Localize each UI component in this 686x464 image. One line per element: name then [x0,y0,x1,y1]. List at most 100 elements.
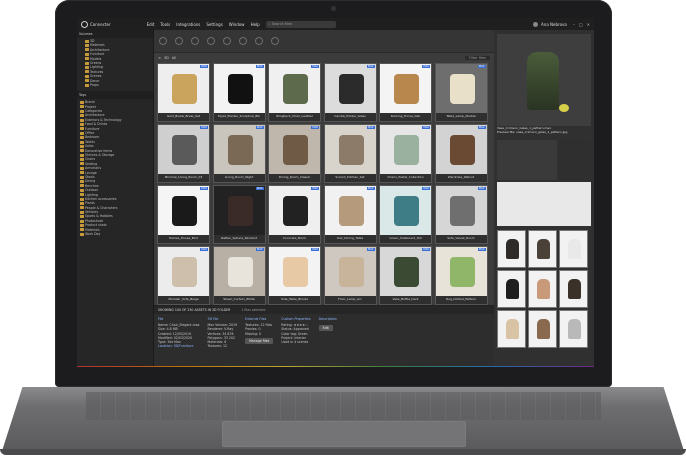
close-button[interactable]: ✕ [587,22,590,27]
minimize-button[interactable]: – [573,22,575,27]
file-info-line[interactable]: Location: 3D/Furniture [158,344,200,348]
folder-icon [80,118,84,122]
folder-icon [80,136,84,140]
asset-caption: Sheer_Curtain_White [223,297,255,301]
asset-caption: Living_Room_Night [224,175,254,179]
import-icon[interactable] [159,37,167,45]
search-input[interactable]: ⌕ Search files [265,20,336,28]
app-name: Connecter [90,21,111,27]
asset-tile[interactable]: MAX Side_Table_Blocks [268,246,321,305]
vase-image [527,52,559,110]
menu-settings[interactable]: Settings [206,22,222,27]
export-icon[interactable] [175,37,183,45]
menu-tools[interactable]: Tools [160,22,170,27]
tree-item[interactable]: Props [85,83,153,87]
related-thumbnail[interactable] [528,230,557,268]
breadcrumb-3d[interactable]: 3D [164,56,169,60]
folder-icon [85,39,89,43]
asset-tile[interactable]: MAX Sofa_Velvet_Room [434,185,488,244]
folder-icon [80,162,84,166]
file-type-badge: MAX [422,126,430,129]
app-logo: Connecter [81,20,111,28]
folder-icon [80,166,84,170]
file-type-badge: MAX [422,248,430,251]
asset-tile[interactable]: MAX Modular_Sofa_Beige [157,246,210,305]
related-thumbnail[interactable] [497,270,526,308]
folder-icon [80,201,84,205]
filter-input[interactable]: Filter files [465,56,490,60]
sync-icon[interactable] [191,37,199,45]
folder-icon [80,215,84,219]
manage-files-button[interactable]: Manage files [245,337,274,344]
back-button[interactable]: < [158,56,161,60]
preview-detail-3 [497,182,591,226]
showing-count: SHOWING 100 OF 230 ASSETS IN 3D FOLDER [158,308,231,312]
left-sidebar: Volumes 3D Materials Architecture Furniture… [77,30,154,367]
asset-tile[interactable]: MAX Wardrobe_Walnut [434,124,488,183]
asset-tile[interactable]: MAX Dining_Room_Classic [268,124,321,183]
asset-object [283,257,308,287]
asset-tile[interactable]: MAX Rattan_Sphere_Pendant [212,185,266,244]
folder-icon [80,158,84,162]
settings-icon[interactable] [271,37,279,45]
asset-tile[interactable]: MAX Egret_Planter_Sculpture_Blk [212,63,266,122]
asset-tile[interactable]: MAX Sheer_Curtain_White [212,246,266,305]
tag-icon[interactable] [239,37,247,45]
asset-tile[interactable]: MAX Table_Lamp_Marble [434,63,488,122]
related-thumbnail[interactable] [559,310,588,348]
asset-thumbnail [213,64,265,113]
maximize-button[interactable]: □ [579,22,583,27]
tree-item[interactable]: Work Day [80,232,153,236]
asset-tile[interactable]: MAX Green_Sideboard_Tall [379,185,432,244]
asset-caption: Sofa_Velvet_Room [447,236,475,240]
user-menu[interactable]: Ana Nebrova [533,21,567,27]
external-files: External Files Textures: 12 files Proxie… [245,317,274,349]
asset-object [227,74,253,104]
menu-edit[interactable]: Edit [147,22,155,27]
preview-panel: Vase_Crimson_Glass_1_pattern.max Preview… [494,30,594,367]
asset-tile[interactable]: MAX Rocking_Horse_Oak [379,63,432,122]
asset-tile[interactable]: MAX Minimal_Living_Room_03 [157,124,210,183]
asset-tile[interactable]: MAX Candle_Holder_Glass [323,63,377,122]
external-files-title: External Files [245,317,267,321]
related-thumbnail[interactable] [559,230,588,268]
preview-image [497,34,591,126]
folder-icon [80,232,84,236]
asset-tile[interactable]: MAX Oak_Dining_Table [323,185,377,244]
asset-tile[interactable]: MAX Eames_House_Bird [157,185,210,244]
view-icon[interactable] [207,37,215,45]
related-thumbnail[interactable] [528,310,557,348]
asset-tile[interactable]: MAX Rug_Dotted_Pattern [434,246,488,305]
asset-tile[interactable]: MAX Concrete_Block [268,185,321,244]
collection-icon[interactable] [223,37,231,45]
file-type-badge: MAX [255,248,264,251]
file-type-badge: MAX [422,65,430,68]
folder-icon [80,197,84,201]
menu-window[interactable]: Window [229,22,245,27]
asset-tile[interactable]: MAX Scandi_Kitchen_Set [323,124,377,183]
chair-image [537,279,550,299]
related-thumbnail[interactable] [497,310,526,348]
avatar [533,21,539,27]
menu-integrations[interactable]: Integrations [176,22,200,27]
related-thumbnail[interactable] [497,230,526,268]
asset-object [172,74,197,104]
file-type-badge: MAX [255,65,264,68]
asset-tile[interactable]: MAX Living_Room_Night [212,124,266,183]
related-thumbnail[interactable] [528,270,557,308]
asset-object [227,257,253,287]
asset-tile[interactable]: MAX Vase_Bottle_Dark [379,246,432,305]
file-type-badge: MAX [366,187,375,190]
asset-object [227,196,253,226]
breadcrumb-all[interactable]: All [172,56,176,60]
related-thumbnail[interactable] [559,270,588,308]
share-icon[interactable] [255,37,263,45]
asset-thumbnail [269,64,320,113]
menu-help[interactable]: Help [251,22,260,27]
asset-tile[interactable]: MAX Gold_Bowls_Brass_Set [157,63,210,122]
asset-tile[interactable]: MAX Wingback_Chair_Leather [268,63,321,122]
asset-thumbnail [435,186,487,235]
asset-tile[interactable]: MAX Chairs_Pastel_Collection [379,124,432,183]
asset-tile[interactable]: MAX Floor_Lamp_Arc [323,246,377,305]
edit-description-button[interactable]: Edit [318,325,333,331]
